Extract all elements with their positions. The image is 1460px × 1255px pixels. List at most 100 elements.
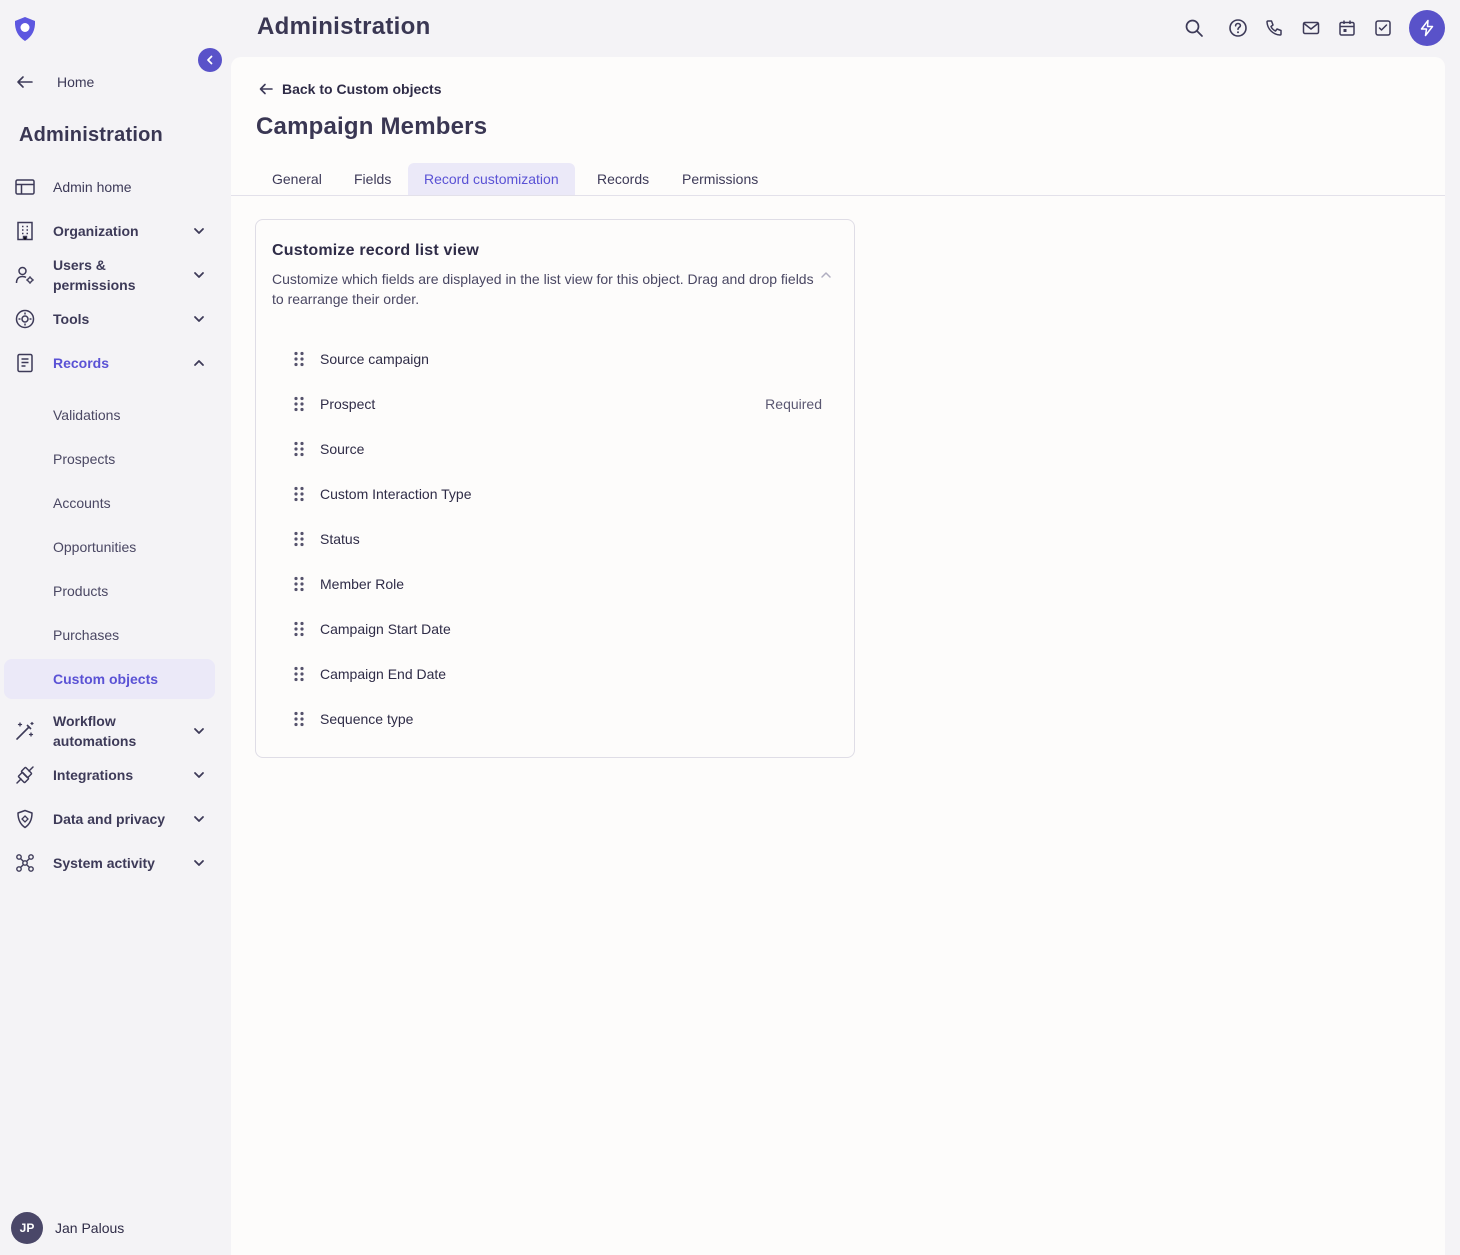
drag-handle-icon[interactable] bbox=[292, 711, 306, 727]
sidebar-item-label: Users & permissions bbox=[53, 257, 136, 293]
object-title: Campaign Members bbox=[256, 113, 488, 140]
calendar-button[interactable] bbox=[1336, 16, 1358, 40]
home-link[interactable]: Home bbox=[14, 70, 94, 94]
drag-handle-icon[interactable] bbox=[292, 576, 306, 592]
drag-handle-icon[interactable] bbox=[292, 531, 306, 547]
back-link-label: Back to Custom objects bbox=[282, 81, 442, 97]
chevron-down-icon bbox=[194, 728, 204, 734]
tasks-button[interactable] bbox=[1372, 16, 1394, 40]
search-button[interactable] bbox=[1183, 16, 1205, 40]
arrow-left-icon bbox=[17, 76, 33, 88]
phone-button[interactable] bbox=[1263, 16, 1285, 40]
sidebar-item-records[interactable]: Records bbox=[4, 352, 215, 374]
drag-handle-icon[interactable] bbox=[292, 621, 306, 637]
drag-handle-icon[interactable] bbox=[292, 351, 306, 367]
layout-icon bbox=[15, 179, 35, 195]
avatar: JP bbox=[11, 1212, 43, 1244]
field-row[interactable]: Source bbox=[292, 429, 822, 469]
help-icon bbox=[1229, 19, 1247, 37]
sidebar-item-system-activity[interactable]: System activity bbox=[4, 852, 215, 874]
mail-button[interactable] bbox=[1300, 16, 1322, 40]
sidebar-subitem-label: Custom objects bbox=[53, 671, 159, 687]
field-name: Custom Interaction Type bbox=[320, 486, 472, 502]
sidebar: Home Administration Admin home Organizat… bbox=[0, 0, 231, 1255]
app-logo-icon[interactable] bbox=[11, 15, 39, 43]
sidebar-subitem-label: Purchases bbox=[53, 627, 120, 643]
sidebar-item-label: Admin home bbox=[53, 179, 132, 195]
sidebar-subitem-validations[interactable]: Validations bbox=[4, 395, 215, 435]
back-link[interactable]: Back to Custom objects bbox=[258, 81, 441, 97]
tab-fields[interactable]: Fields bbox=[338, 163, 407, 195]
sidebar-item-label: Workflow automations bbox=[53, 713, 137, 749]
shield-icon bbox=[17, 809, 33, 829]
arrow-left-icon bbox=[259, 83, 273, 95]
bolt-icon bbox=[1420, 19, 1434, 37]
sidebar-item-admin-home[interactable]: Admin home bbox=[4, 176, 215, 198]
field-row[interactable]: Campaign End Date bbox=[292, 654, 822, 694]
help-button[interactable] bbox=[1227, 16, 1249, 40]
drag-handle-icon[interactable] bbox=[292, 396, 306, 412]
document-icon bbox=[17, 353, 33, 373]
sidebar-subitem-products[interactable]: Products bbox=[4, 571, 215, 611]
card-title: Customize record list view bbox=[272, 242, 480, 259]
phone-icon bbox=[1266, 20, 1282, 36]
sidebar-subitem-prospects[interactable]: Prospects bbox=[4, 439, 215, 479]
calendar-icon bbox=[1339, 20, 1355, 36]
page-header-title: Administration bbox=[257, 13, 431, 40]
magic-wand-icon bbox=[16, 721, 34, 740]
network-icon bbox=[16, 854, 34, 872]
tab-permissions[interactable]: Permissions bbox=[666, 163, 774, 195]
sidebar-subitem-label: Prospects bbox=[53, 451, 116, 467]
field-name: Source campaign bbox=[320, 351, 429, 367]
sidebar-item-workflow-automations[interactable]: Workflow automations bbox=[4, 711, 215, 751]
field-name: Status bbox=[320, 531, 360, 547]
field-row[interactable]: Sequence type bbox=[292, 699, 822, 739]
sidebar-subitem-label: Products bbox=[53, 583, 109, 599]
sidebar-subitem-label: Accounts bbox=[53, 495, 111, 511]
field-name: Sequence type bbox=[320, 711, 414, 727]
field-name: Campaign Start Date bbox=[320, 621, 451, 637]
sidebar-subitem-accounts[interactable]: Accounts bbox=[4, 483, 215, 523]
drag-handle-icon[interactable] bbox=[292, 441, 306, 457]
sidebar-item-organization[interactable]: Organization bbox=[4, 220, 215, 242]
sidebar-item-label: Tools bbox=[53, 311, 90, 327]
drag-handle-icon[interactable] bbox=[292, 666, 306, 682]
sidebar-item-label: System activity bbox=[53, 855, 155, 871]
quick-actions-button[interactable] bbox=[1409, 10, 1445, 46]
chevron-down-icon bbox=[194, 316, 204, 322]
sidebar-item-data-privacy[interactable]: Data and privacy bbox=[4, 808, 215, 830]
tab-record-customization[interactable]: Record customization bbox=[408, 163, 575, 195]
tab-general[interactable]: General bbox=[256, 163, 338, 195]
sidebar-subitem-custom-objects[interactable]: Custom objects bbox=[4, 659, 215, 699]
field-row[interactable]: Source campaign bbox=[292, 339, 822, 379]
field-row[interactable]: Campaign Start Date bbox=[292, 609, 822, 649]
field-row[interactable]: Status bbox=[292, 519, 822, 559]
chevron-up-icon[interactable] bbox=[818, 267, 834, 283]
user-profile[interactable]: JP Jan Palous bbox=[11, 1212, 124, 1244]
tab-records[interactable]: Records bbox=[581, 163, 665, 195]
sidebar-item-label: Integrations bbox=[53, 767, 134, 783]
field-row[interactable]: Member Role bbox=[292, 564, 822, 604]
collapse-sidebar-button[interactable] bbox=[198, 48, 222, 72]
building-icon bbox=[17, 221, 33, 241]
user-gear-icon bbox=[15, 266, 34, 284]
search-icon bbox=[1185, 19, 1203, 37]
card-description: Customize which fields are displayed in … bbox=[272, 271, 814, 307]
sidebar-subitem-opportunities[interactable]: Opportunities bbox=[4, 527, 215, 567]
chevron-left-icon bbox=[207, 55, 213, 65]
chevron-down-icon bbox=[194, 772, 204, 778]
home-label: Home bbox=[57, 74, 95, 90]
sidebar-subitem-purchases[interactable]: Purchases bbox=[4, 615, 215, 655]
sidebar-item-label: Organization bbox=[53, 223, 139, 239]
sidebar-item-users-permissions[interactable]: Users & permissions bbox=[4, 255, 215, 295]
field-row[interactable]: Prospect Required bbox=[292, 384, 822, 424]
sidebar-item-label: Data and privacy bbox=[53, 811, 166, 827]
field-name: Campaign End Date bbox=[320, 666, 447, 682]
plug-icon bbox=[16, 766, 34, 784]
sidebar-item-integrations[interactable]: Integrations bbox=[4, 764, 215, 786]
chevron-down-icon bbox=[194, 816, 204, 822]
field-row[interactable]: Custom Interaction Type bbox=[292, 474, 822, 514]
sidebar-item-tools[interactable]: Tools bbox=[4, 308, 215, 330]
drag-handle-icon[interactable] bbox=[292, 486, 306, 502]
chevron-down-icon bbox=[194, 860, 204, 866]
